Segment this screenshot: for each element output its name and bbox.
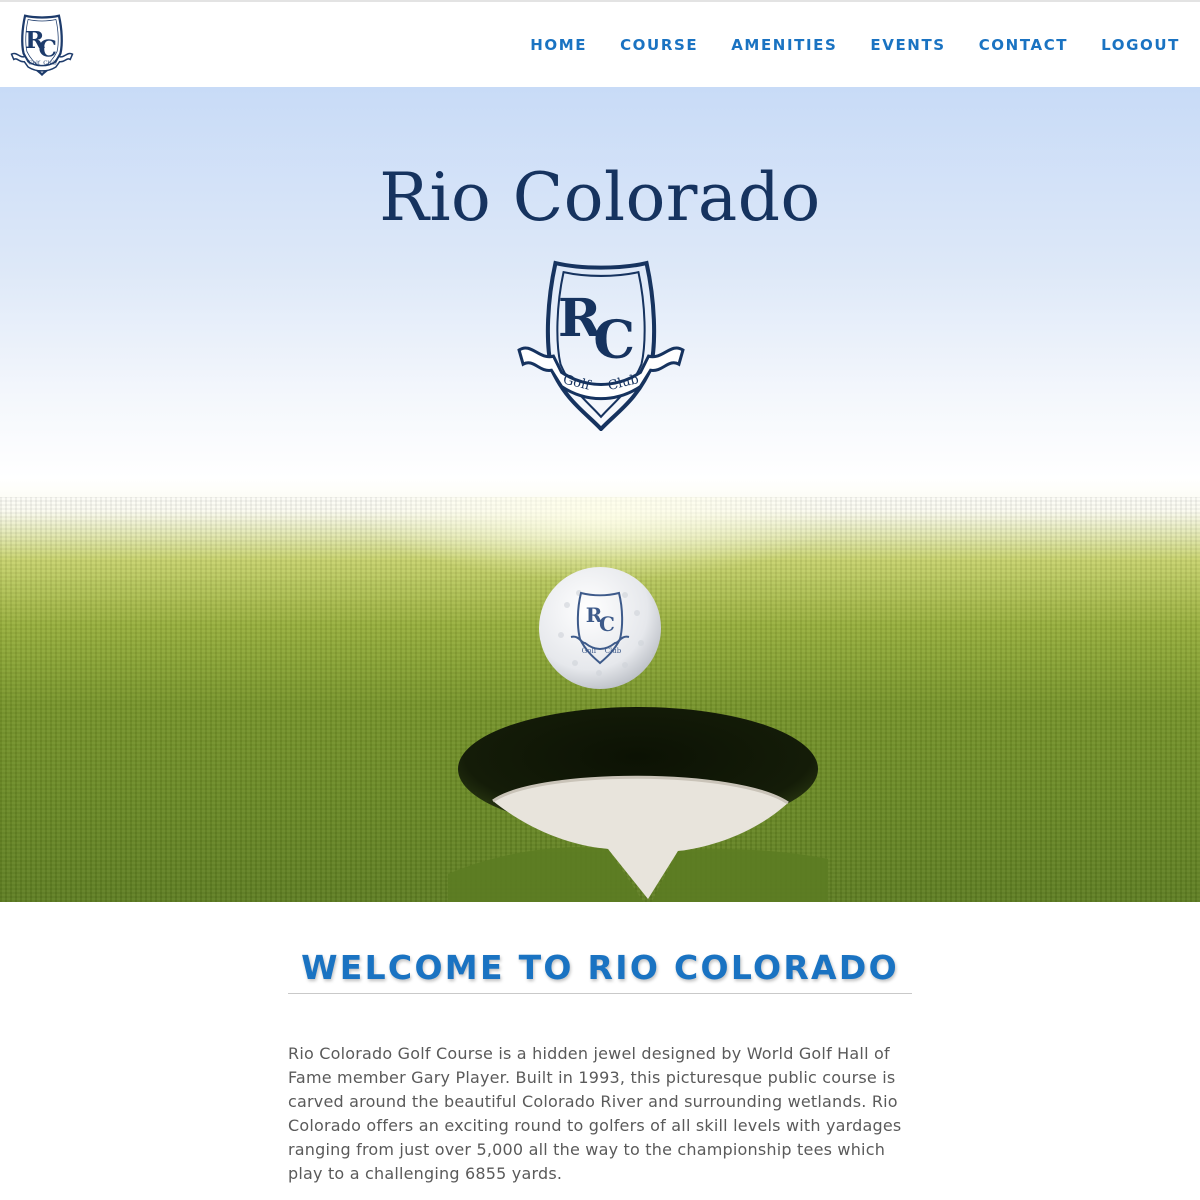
svg-text:C: C — [593, 310, 635, 371]
site-header: R C Golf Club HOME COURSE AMENITIES EVEN… — [0, 2, 1200, 87]
nav-events[interactable]: EVENTS — [870, 36, 945, 54]
nav-contact[interactable]: CONTACT — [979, 36, 1068, 54]
rc-crest-icon: R C Golf Club — [517, 260, 685, 431]
hero-banner: Rio Colorado R C Golf Club R C Golf Club — [0, 87, 1200, 902]
svg-text:Club: Club — [605, 647, 622, 655]
golf-ball-icon: R C Golf Club — [539, 567, 661, 689]
nav-course[interactable]: COURSE — [620, 36, 698, 54]
svg-text:C: C — [599, 612, 615, 636]
nav-home[interactable]: HOME — [530, 36, 587, 54]
svg-text:C: C — [38, 34, 57, 62]
welcome-paragraph: Rio Colorado Golf Course is a hidden jew… — [288, 1044, 902, 1183]
svg-text:Golf: Golf — [28, 61, 41, 67]
welcome-heading: WELCOME TO RIO COLORADO — [301, 948, 899, 987]
golf-hole-icon — [448, 707, 828, 902]
main-nav: HOME COURSE AMENITIES EVENTS CONTACT LOG… — [497, 2, 1180, 87]
nav-amenities[interactable]: AMENITIES — [731, 36, 837, 54]
heading-divider — [288, 993, 912, 994]
rc-golf-club-crest-icon[interactable]: R C Golf Club — [10, 11, 74, 77]
svg-text:Golf: Golf — [582, 647, 598, 655]
hero-title: Rio Colorado — [379, 159, 821, 236]
svg-text:Club: Club — [43, 61, 57, 67]
nav-logout[interactable]: LOGOUT — [1101, 36, 1180, 54]
